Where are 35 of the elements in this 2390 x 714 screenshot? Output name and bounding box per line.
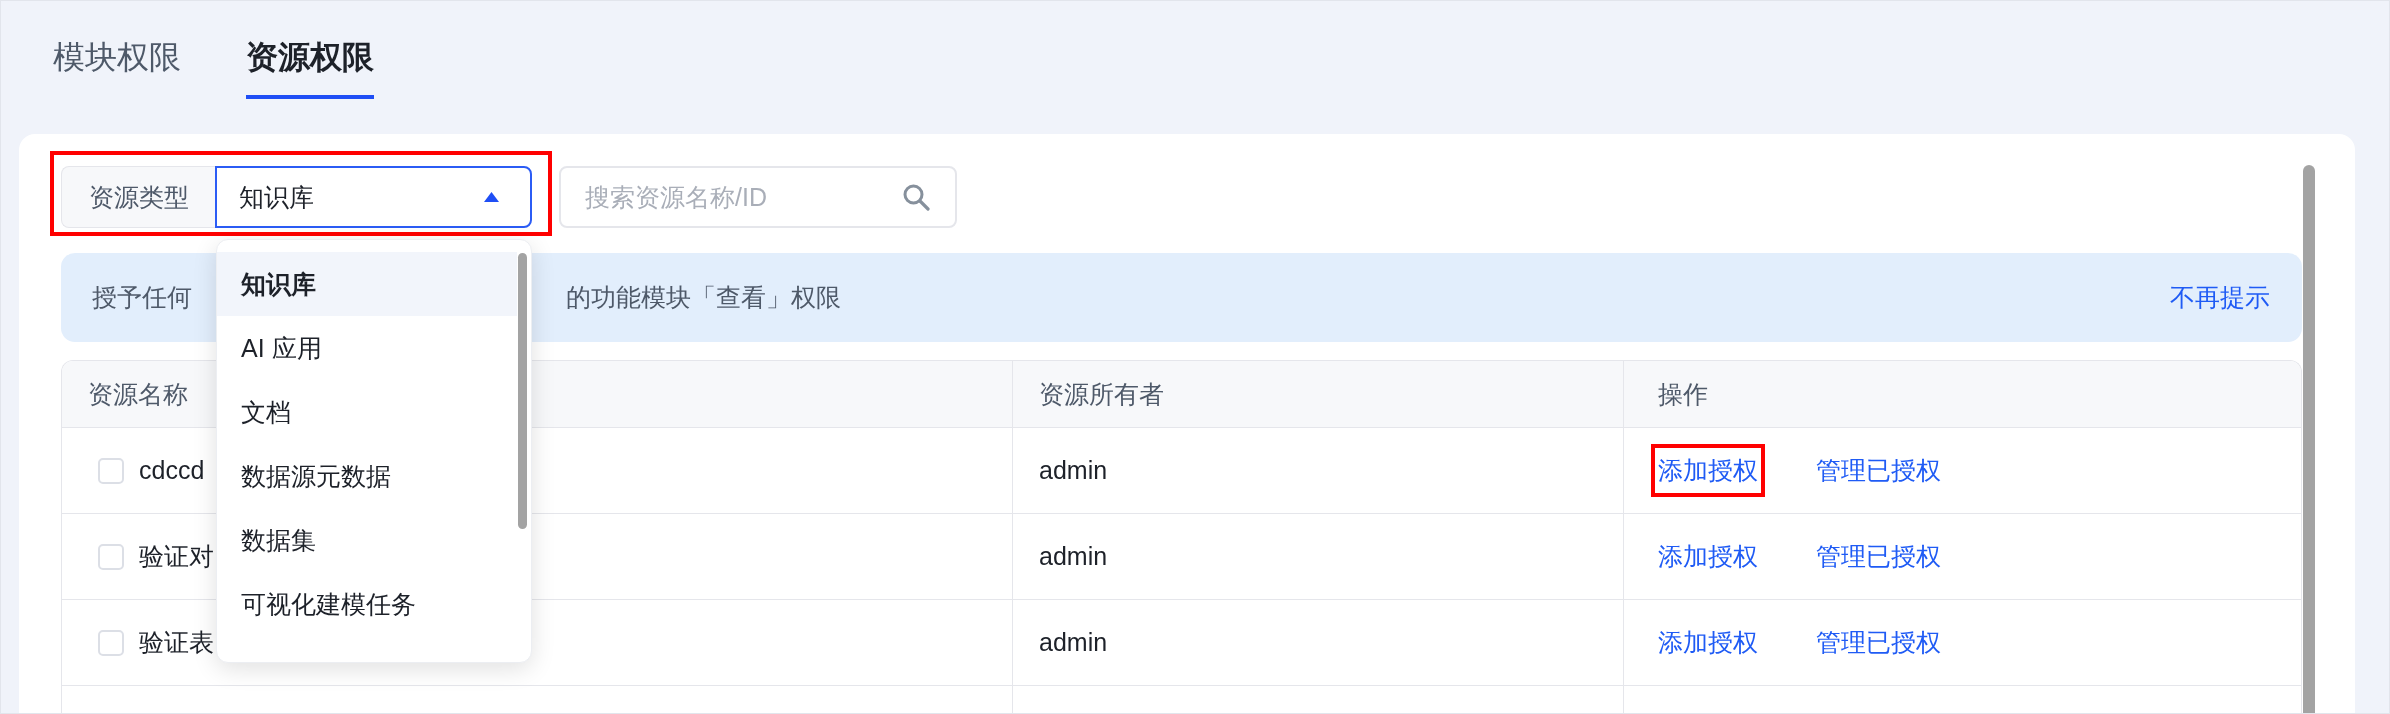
manage-permission-link[interactable]: 管理已授权 [1816, 626, 1941, 659]
scrollbar-thumb[interactable] [2303, 165, 2315, 713]
owner-name: admin [1039, 456, 1108, 485]
search-icon [902, 183, 930, 211]
owner-name: admin [1039, 542, 1108, 571]
resource-type-label: 资源类型 [61, 166, 215, 228]
dropdown-option[interactable]: AI 应用 [217, 316, 517, 380]
add-permission-link[interactable]: 添加授权 [1658, 626, 1758, 659]
tab[interactable]: 资源权限 [246, 1, 374, 99]
column-header: 资源名称 [88, 378, 188, 410]
row-checkbox[interactable] [98, 543, 124, 570]
tab[interactable]: 模块权限 [53, 1, 181, 99]
row-checkbox[interactable] [98, 457, 124, 484]
row-checkbox[interactable] [98, 629, 124, 656]
search-field[interactable]: 搜索资源名称/ID [559, 166, 957, 228]
column-header: 资源所有者 [1039, 378, 1164, 410]
owner-name: admin [1039, 628, 1108, 657]
notice-text: 的功能模块「查看」权限 [566, 282, 841, 313]
dropdown-option[interactable]: 数据集 [217, 508, 517, 572]
notice-text: 授予任何 [92, 282, 192, 313]
resource-name: cdccd [139, 456, 205, 485]
manage-permission-link[interactable]: 管理已授权 [1816, 540, 1941, 573]
add-permission-link[interactable]: 添加授权 [1658, 454, 1758, 487]
dropdown-option[interactable]: 文档 [217, 380, 517, 444]
dropdown-option[interactable]: 知识库 [217, 252, 517, 316]
column-header: 操作 [1658, 378, 1708, 410]
dismiss-link[interactable]: 不再提示 [2170, 281, 2270, 314]
resource-name: 验证对 [139, 541, 214, 572]
scrollbar-thumb[interactable] [518, 253, 527, 529]
dropdown-option[interactable]: 数据源元数据 [217, 444, 517, 508]
dropdown-option[interactable]: 可视化建模任务 [217, 572, 517, 636]
add-permission-link[interactable]: 添加授权 [1658, 540, 1758, 573]
manage-permission-link[interactable]: 管理已授权 [1816, 454, 1941, 487]
resource-type-select[interactable]: 知识库 [215, 166, 532, 228]
resource-name: 验证表 [139, 627, 214, 658]
